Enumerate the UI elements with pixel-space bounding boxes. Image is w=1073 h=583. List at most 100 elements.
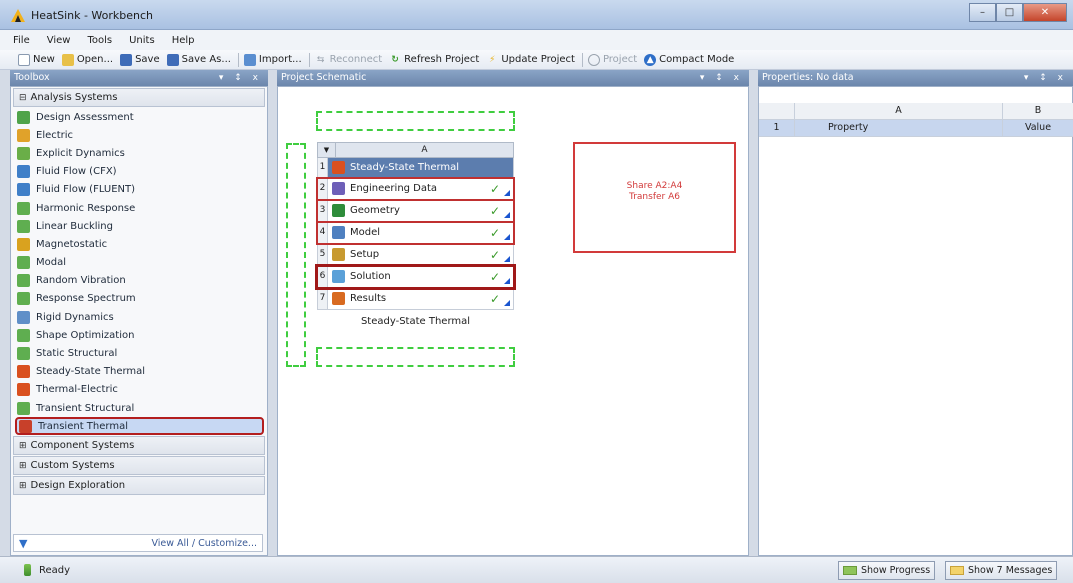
toolbox-item[interactable]: Response Spectrum bbox=[11, 290, 267, 308]
design-exploration-section[interactable]: ⊞ Design Exploration bbox=[13, 476, 265, 496]
row-number: 1 bbox=[759, 120, 795, 136]
toolbox-item[interactable]: Design Assessment bbox=[11, 108, 267, 126]
note-line-1: Share A2:A4 bbox=[626, 181, 683, 191]
toolbox-item[interactable]: Fluid Flow (CFX) bbox=[11, 163, 267, 181]
system-column-header: ▼ A bbox=[317, 142, 514, 158]
minimize-button[interactable]: – bbox=[969, 3, 996, 22]
toolbox-item[interactable]: Steady-State Thermal bbox=[11, 363, 267, 381]
save-as-button[interactable]: Save As... bbox=[166, 53, 231, 66]
toolbox-item[interactable]: Thermal-Electric bbox=[11, 381, 267, 399]
toolbox-item[interactable]: Explicit Dynamics bbox=[11, 144, 267, 162]
row-number: 2 bbox=[318, 178, 328, 199]
analysis-system-icon bbox=[17, 201, 30, 215]
system-title-row[interactable]: 1 Steady-State Thermal bbox=[317, 158, 514, 178]
toolbox-item[interactable]: Fluid Flow (FLUENT) bbox=[11, 181, 267, 199]
steady-state-thermal-system[interactable]: ▼ A 1 Steady-State Thermal 2 Engineering … bbox=[315, 142, 516, 327]
system-cell[interactable]: 7 Results ✓ bbox=[317, 288, 514, 310]
ansys-logo-icon bbox=[11, 9, 25, 22]
status-indicator: Ready bbox=[24, 564, 70, 576]
menu-view[interactable]: View bbox=[47, 35, 71, 46]
toolbox-item-label: Fluid Flow (FLUENT) bbox=[36, 184, 136, 196]
drop-target-bottom[interactable] bbox=[316, 347, 515, 367]
toolbar-separator bbox=[237, 52, 239, 67]
analysis-system-icon bbox=[17, 347, 30, 361]
analysis-system-icon bbox=[17, 401, 30, 415]
import-button[interactable]: Import... bbox=[243, 53, 302, 66]
analysis-system-icon bbox=[17, 328, 30, 342]
properties-header: Properties: No data ▾ ↕ x bbox=[758, 70, 1073, 86]
row-number: 4 bbox=[318, 222, 328, 243]
project-schematic[interactable]: ▼ A 1 Steady-State Thermal 2 Engineering … bbox=[277, 86, 749, 556]
system-menu-arrow[interactable]: ▼ bbox=[318, 143, 336, 157]
properties-column-header: A B bbox=[759, 103, 1073, 120]
properties-panel: A B 1 Property Value bbox=[758, 86, 1073, 556]
cell-corner-indicator bbox=[504, 299, 510, 306]
system-cell[interactable]: 2 Engineering Data ✓ bbox=[316, 177, 515, 201]
refresh-project-button[interactable]: ↻ Refresh Project bbox=[389, 54, 479, 66]
system-cell[interactable]: 4 Model ✓ bbox=[316, 221, 515, 245]
toolbox-item[interactable]: Linear Buckling bbox=[11, 217, 267, 235]
cell-label: Setup bbox=[350, 249, 380, 260]
system-caption[interactable]: Steady-State Thermal bbox=[317, 316, 514, 327]
toolbox-item-label: Steady-State Thermal bbox=[36, 366, 146, 378]
component-systems-section[interactable]: ⊞ Component Systems bbox=[13, 436, 265, 456]
filter-icon: ▼ bbox=[19, 536, 28, 550]
toolbox-item[interactable]: Transient Thermal bbox=[15, 417, 264, 436]
toolbox-item[interactable]: Static Structural bbox=[11, 344, 267, 362]
show-messages-button[interactable]: Show 7 Messages bbox=[945, 561, 1058, 580]
analysis-system-icon bbox=[17, 183, 30, 197]
reconnect-button[interactable]: ⇆ Reconnect bbox=[315, 54, 382, 66]
project-button[interactable]: Project bbox=[587, 53, 637, 66]
custom-systems-section[interactable]: ⊞ Custom Systems bbox=[13, 456, 265, 476]
system-cell[interactable]: 6 Solution ✓ bbox=[315, 264, 516, 290]
update-project-button[interactable]: ⚡ Update Project bbox=[486, 54, 575, 66]
toolbox-item[interactable]: Magnetostatic bbox=[11, 235, 267, 253]
analysis-systems-section[interactable]: ⊟ Analysis Systems bbox=[13, 88, 265, 107]
section-label: Analysis Systems bbox=[30, 92, 118, 103]
column-label: A bbox=[421, 145, 428, 155]
toolbox-item[interactable]: Harmonic Response bbox=[11, 199, 267, 217]
cell-label: Model bbox=[350, 227, 381, 238]
refresh-icon: ↻ bbox=[391, 54, 399, 65]
toolbox-item[interactable]: Random Vibration bbox=[11, 272, 267, 290]
open-button[interactable]: Open... bbox=[61, 53, 114, 66]
drop-target-left[interactable] bbox=[286, 143, 306, 367]
toolbox-item[interactable]: Electric bbox=[11, 126, 267, 144]
close-button[interactable]: ✕ bbox=[1023, 3, 1067, 22]
compact-mode-button[interactable]: ▲ Compact Mode bbox=[644, 53, 734, 66]
panel-controls[interactable]: ▾ ↕ x bbox=[700, 70, 743, 86]
cell-icon bbox=[332, 292, 345, 305]
system-cell[interactable]: 5 Setup ✓ bbox=[317, 244, 514, 266]
menu-units[interactable]: Units bbox=[129, 35, 155, 46]
menu-help[interactable]: Help bbox=[172, 35, 195, 46]
menu-file[interactable]: File bbox=[13, 35, 30, 46]
toolbox-item[interactable]: Rigid Dynamics bbox=[11, 308, 267, 326]
open-label: Open... bbox=[76, 54, 114, 65]
up-to-date-check-icon: ✓ bbox=[489, 225, 500, 240]
system-cell[interactable]: 3 Geometry ✓ bbox=[316, 199, 515, 223]
row-number: 7 bbox=[318, 288, 328, 309]
drop-target-top[interactable] bbox=[316, 111, 515, 131]
show-progress-button[interactable]: Show Progress bbox=[838, 561, 936, 580]
panel-controls[interactable]: ▾ ↕ x bbox=[1024, 70, 1067, 86]
toolbox-title: Toolbox bbox=[14, 72, 50, 83]
analysis-system-icon bbox=[17, 165, 30, 179]
menu-bar: File View Tools Units Help bbox=[0, 30, 1073, 50]
maximize-button[interactable]: □ bbox=[996, 3, 1023, 22]
note-line-2: Transfer A6 bbox=[629, 192, 680, 202]
save-button[interactable]: Save bbox=[120, 53, 160, 66]
toolbox-item-label: Linear Buckling bbox=[36, 220, 113, 232]
menu-tools[interactable]: Tools bbox=[87, 35, 112, 46]
toolbox-item[interactable]: Shape Optimization bbox=[11, 326, 267, 344]
toolbox-item[interactable]: Modal bbox=[11, 254, 267, 272]
collapse-icon: ⊟ bbox=[19, 92, 27, 103]
toolbox-item[interactable]: Transient Structural bbox=[11, 399, 267, 417]
new-button[interactable]: New bbox=[18, 53, 55, 66]
up-to-date-check-icon: ✓ bbox=[489, 203, 500, 218]
view-all-customize-link[interactable]: ▼ View All / Customize... bbox=[13, 534, 263, 552]
panel-controls[interactable]: ▾ ↕ x bbox=[219, 70, 262, 86]
property-row[interactable]: 1 Property Value bbox=[759, 120, 1073, 137]
lightning-icon: ⚡ bbox=[489, 54, 496, 65]
analysis-system-icon bbox=[17, 365, 30, 379]
up-to-date-check-icon: ✓ bbox=[489, 291, 500, 306]
